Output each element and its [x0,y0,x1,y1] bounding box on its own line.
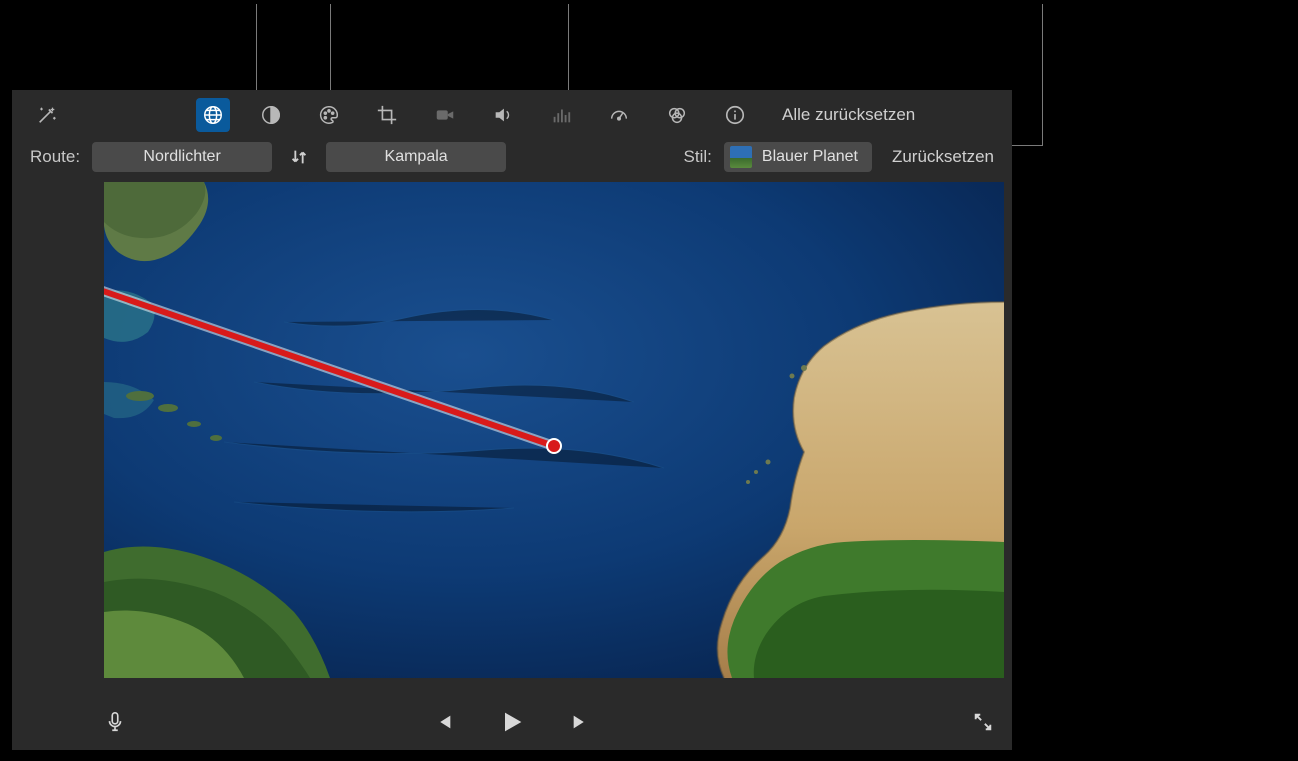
preview-area [12,182,1012,694]
playback-bar [12,694,1012,750]
route-label: Route: [30,147,80,167]
microphone-button[interactable] [104,711,126,733]
crop-button[interactable] [370,98,404,132]
play-button[interactable] [498,708,526,736]
volume-button[interactable] [486,98,520,132]
style-label: Stil: [684,147,712,167]
previous-button[interactable] [432,711,454,733]
info-button[interactable] [718,98,752,132]
next-button[interactable] [570,711,592,733]
magic-wand-button[interactable] [30,98,64,132]
swap-route-button[interactable] [284,142,314,172]
adjustments-toolbar: Alle zurücksetzen [12,90,1012,136]
fullscreen-button[interactable] [972,711,994,733]
route-controls: Route: Nordlichter Kampala Stil: Blauer … [12,136,1012,182]
contrast-button[interactable] [254,98,288,132]
speed-button[interactable] [602,98,636,132]
globe-button[interactable] [196,98,230,132]
map-preview[interactable] [104,182,1004,678]
camera-button[interactable] [428,98,462,132]
filters-button[interactable] [660,98,694,132]
route-start-value: Nordlichter [143,148,220,166]
style-value: Blauer Planet [762,148,858,166]
route-end-dropdown[interactable]: Kampala [326,142,506,172]
callout-line-4 [1042,4,1043,146]
map-style-dropdown[interactable]: Blauer Planet [724,142,872,172]
reset-all-button[interactable]: Alle zurücksetzen [782,105,915,125]
equalizer-button[interactable] [544,98,578,132]
route-start-dropdown[interactable]: Nordlichter [92,142,272,172]
reset-style-button[interactable]: Zurücksetzen [892,147,994,167]
route-end-value: Kampala [385,148,448,166]
style-thumbnail-icon [730,146,752,168]
palette-button[interactable] [312,98,346,132]
video-editor-panel: Alle zurücksetzen Route: Nordlichter Kam… [12,90,1012,750]
